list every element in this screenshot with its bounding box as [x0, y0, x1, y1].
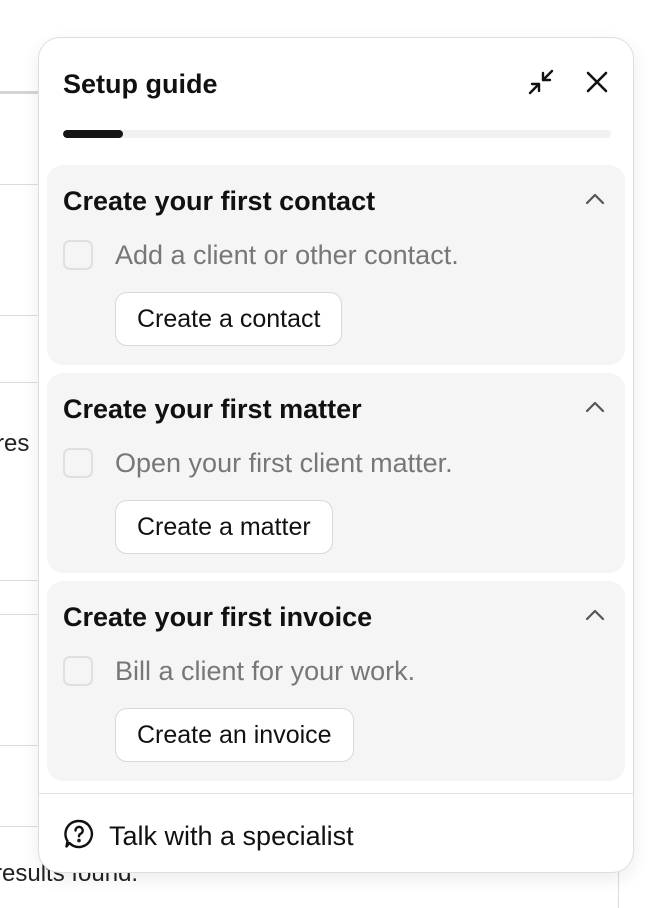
background-text-fragment: res: [0, 430, 30, 457]
minimize-arrows-icon: [526, 67, 556, 102]
step-toggle-button[interactable]: [581, 187, 609, 215]
step-card-invoice: Create your first invoice Bill a client …: [47, 581, 625, 781]
collapse-button[interactable]: [523, 66, 559, 102]
talk-with-specialist-link[interactable]: Talk with a specialist: [63, 816, 354, 856]
background-divider: [0, 184, 40, 185]
background-divider: [0, 580, 40, 581]
footer-divider: [39, 793, 633, 794]
create-matter-button[interactable]: Create a matter: [115, 500, 333, 554]
chevron-up-icon: [583, 603, 607, 632]
background-divider: [0, 826, 40, 827]
close-button[interactable]: [579, 66, 615, 102]
setup-guide-header: Setup guide: [63, 66, 609, 102]
footer-label: Talk with a specialist: [109, 820, 354, 851]
setup-progress-fill: [63, 130, 124, 138]
step-title: Create your first matter: [63, 394, 362, 424]
step-title: Create your first contact: [63, 186, 376, 216]
close-icon: [584, 69, 610, 100]
background-divider: [0, 614, 40, 615]
help-circle-icon: [63, 818, 95, 855]
setup-progress-bar: [63, 130, 611, 138]
create-invoice-button[interactable]: Create an invoice: [115, 708, 354, 762]
step-description: Bill a client for your work.: [115, 656, 416, 686]
chevron-up-icon: [583, 395, 607, 424]
setup-guide-title: Setup guide: [63, 69, 218, 99]
setup-guide-panel: Setup guide Create your first contact Ad…: [38, 37, 634, 873]
step-description: Open your first client matter.: [115, 448, 453, 478]
background-divider: [0, 745, 40, 746]
step-checkbox[interactable]: [63, 240, 93, 270]
step-description: Add a client or other contact.: [115, 240, 459, 270]
step-checkbox[interactable]: [63, 448, 93, 478]
step-toggle-button[interactable]: [581, 395, 609, 423]
step-card-matter: Create your first matter Open your first…: [47, 373, 625, 573]
chevron-up-icon: [583, 187, 607, 216]
step-title: Create your first invoice: [63, 602, 373, 632]
step-toggle-button[interactable]: [581, 603, 609, 631]
step-checkbox[interactable]: [63, 656, 93, 686]
background-divider: [0, 91, 40, 94]
background-divider: [0, 315, 40, 316]
step-card-contact: Create your first contact Add a client o…: [47, 165, 625, 365]
create-contact-button[interactable]: Create a contact: [115, 292, 343, 346]
background-divider: [0, 382, 40, 383]
